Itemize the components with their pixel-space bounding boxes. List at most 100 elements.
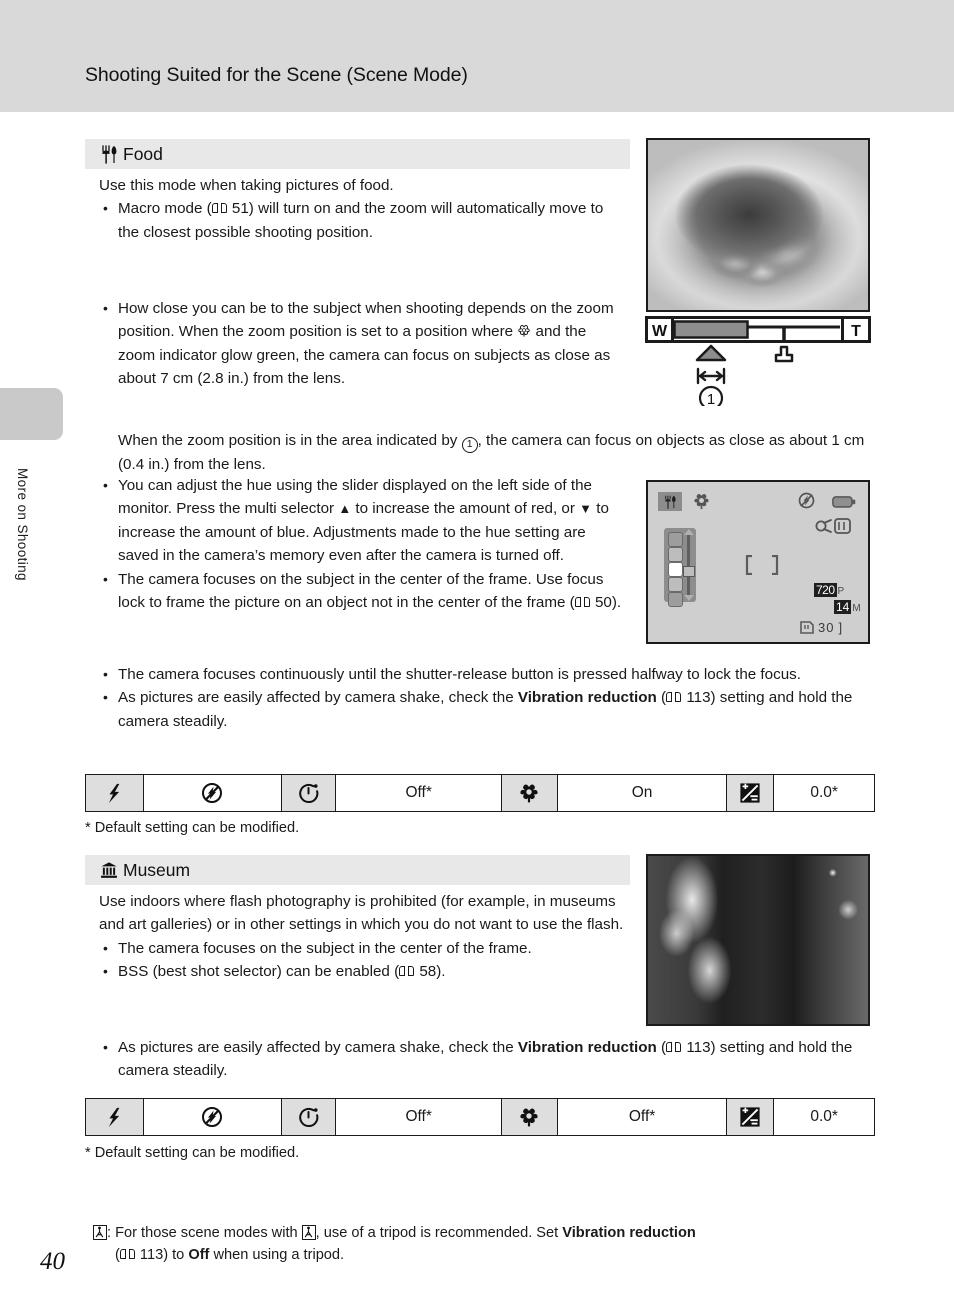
museum-macro-mode-value: Off* xyxy=(557,1099,728,1135)
flash-icon xyxy=(108,783,120,803)
museum-bullet-focus: The camera focuses on the subject in the… xyxy=(99,937,624,961)
monitor-frames-remaining: 30 ] xyxy=(800,620,842,635)
food-self-timer-value: Off* xyxy=(336,775,502,811)
museum-icon xyxy=(99,860,119,880)
emphasis-text: Vibration reduction xyxy=(517,689,657,707)
flash-off-icon xyxy=(202,1107,223,1127)
food-description-bullet2-continuation: When the zoom position is in the area in… xyxy=(99,429,874,476)
section-header-museum: Museum xyxy=(85,855,630,885)
food-bullets-b: How close you can be to the subject when… xyxy=(99,297,624,391)
museum-self-timer-icon xyxy=(281,1099,337,1135)
chapter-tab-block xyxy=(0,388,63,440)
food-intro: Use this mode when taking pictures of fo… xyxy=(99,177,394,194)
monitor-movie-quality: 720 P xyxy=(814,583,844,597)
museum-exposure-compensation-value: 0.0* xyxy=(774,1099,874,1135)
exposure-compensation-icon xyxy=(740,783,760,803)
museum-bullets-a: The camera focuses on the subject in the… xyxy=(99,937,624,984)
section-header-food: Food xyxy=(85,139,630,169)
food-photo-image xyxy=(648,140,868,310)
museum-photo-image xyxy=(648,856,868,1024)
manual-reference-icon xyxy=(211,203,227,214)
macro-mode-icon xyxy=(520,784,539,803)
food-exposure-compensation-value: 0.0* xyxy=(774,775,874,811)
manual-reference-icon xyxy=(666,1042,682,1053)
museum-self-timer-value: Off* xyxy=(336,1099,502,1135)
multi-selector-up-icon: ▲ xyxy=(338,501,352,517)
hue-swatch-1 xyxy=(668,532,683,547)
museum-sample-photo xyxy=(646,854,870,1026)
self-timer-icon xyxy=(299,783,319,803)
food-exposure-compensation-icon xyxy=(727,775,775,811)
food-macro-mode-value: On xyxy=(557,775,728,811)
food-self-timer-icon xyxy=(281,775,337,811)
museum-bullets-b: As pictures are easily affected by camer… xyxy=(99,1036,874,1083)
zoom-indicator-diagram: W T 1 xyxy=(645,316,871,411)
museum-macro-mode-icon xyxy=(501,1099,558,1135)
settings-table-museum: Off* Off* 0.0* xyxy=(85,1098,875,1136)
food-bullets-e: The camera focuses continuously until th… xyxy=(99,663,874,733)
memory-card-icon xyxy=(800,621,814,634)
movie-quality-value: 720 xyxy=(814,583,837,597)
food-bullet-macro: Macro mode ( 51) will turn on and the zo… xyxy=(99,197,624,244)
hue-swatch-5 xyxy=(668,592,683,607)
page-number: 40 xyxy=(40,1248,65,1275)
monitor-flash-off-icon xyxy=(798,492,815,514)
food-description-lower: The camera focuses continuously until th… xyxy=(99,663,874,733)
movie-quality-suffix: P xyxy=(837,586,845,597)
footnote-museum: * Default setting can be modified. xyxy=(85,1145,300,1161)
food-macro-mode-icon xyxy=(501,775,558,811)
monitor-hue-slider[interactable] xyxy=(664,528,696,607)
exposure-compensation-icon xyxy=(740,1107,760,1127)
callout-number-icon: 1 xyxy=(461,437,478,453)
multi-selector-down-icon: ▼ xyxy=(579,501,593,517)
monitor-vibration-reduction-icon xyxy=(814,517,854,540)
monitor-scene-mode-badge xyxy=(658,492,682,511)
camera-monitor-mockup: 720 P 14 M 30 ] xyxy=(646,480,870,644)
tripod-note-line2: ( 113) to Off when using a tripod. xyxy=(115,1247,345,1263)
section-title-food: Food xyxy=(123,143,163,164)
museum-intro: Use indoors where flash photography is p… xyxy=(99,893,624,934)
food-bullet-focus: The camera focuses on the subject in the… xyxy=(99,568,624,615)
museum-bullet-vr: As pictures are easily affected by camer… xyxy=(99,1036,874,1083)
macro-mode-icon xyxy=(520,1108,539,1127)
manual-reference-icon xyxy=(574,597,590,608)
flash-off-icon xyxy=(202,783,223,803)
tripod-icon xyxy=(301,1225,316,1240)
food-description-bullet2: How close you can be to the subject when… xyxy=(99,297,624,391)
tripod-note-line1: : For those scene modes with , use of a … xyxy=(93,1222,883,1244)
zoom-callout-number: 1 xyxy=(707,391,715,406)
hue-swatch-3-selected xyxy=(668,562,683,577)
food-flash-icon xyxy=(86,775,144,811)
museum-description-upper: Use indoors where flash photography is p… xyxy=(99,890,624,984)
hue-swatch-4 xyxy=(668,577,683,592)
food-description-middle: You can adjust the hue using the slider … xyxy=(99,474,624,614)
museum-flash-icon xyxy=(86,1099,144,1135)
hue-slider-track xyxy=(687,534,690,596)
cutlery-icon xyxy=(99,144,119,164)
tripod-note-emphasis-vr: Vibration reduction xyxy=(562,1225,696,1241)
museum-bullet-bss: BSS (best shot selector) can be enabled … xyxy=(99,960,624,984)
settings-table-food: Off* On 0.0* xyxy=(85,774,875,812)
food-sample-photo xyxy=(646,138,870,312)
food-description-upper: Use this mode when taking pictures of fo… xyxy=(99,174,624,244)
food-flash-mode-value xyxy=(143,775,282,811)
manual-reference-icon xyxy=(666,692,682,703)
tripod-icon xyxy=(93,1225,107,1240)
svg-text:T: T xyxy=(851,323,861,340)
food-bullet-distance-continuation: When the zoom position is in the area in… xyxy=(118,432,865,473)
flash-icon xyxy=(108,1107,120,1127)
tripod-note-emphasis-off: Off xyxy=(188,1247,210,1263)
chapter-tab-label: More on Shooting xyxy=(15,468,30,581)
hue-swatch-2 xyxy=(668,547,683,562)
hue-slider-down-arrow xyxy=(683,595,694,601)
image-size-value: 14 xyxy=(834,600,852,614)
page-title: Shooting Suited for the Scene (Scene Mod… xyxy=(85,64,468,86)
macro-mode-inline-icon xyxy=(517,322,531,338)
museum-exposure-compensation-icon xyxy=(727,1099,775,1135)
svg-text:W: W xyxy=(652,323,668,340)
section-title-museum: Museum xyxy=(123,859,191,880)
page-header-band xyxy=(0,0,954,112)
food-bullet-vr: As pictures are easily affected by camer… xyxy=(99,686,874,733)
monitor-image-size: 14 M xyxy=(834,600,861,614)
hue-slider-thumb[interactable] xyxy=(683,566,695,577)
